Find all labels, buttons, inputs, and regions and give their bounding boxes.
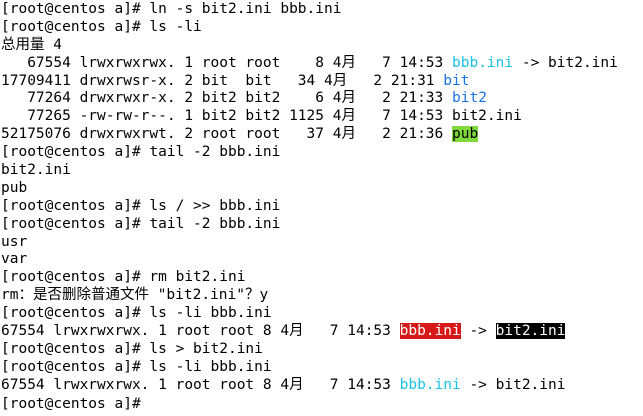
terminal-text: [root@centos a]# tail -2 bbb.ini (1, 144, 281, 161)
terminal-text: usr (1, 233, 28, 250)
terminal-line: 17709411 drwxrwsr-x. 2 bit bit 34 4月 2 2… (1, 73, 643, 91)
terminal-line: var (1, 251, 643, 269)
terminal-text: 77264 drwxrwxr-x. 2 bit2 bit2 6 4月 2 21:… (1, 90, 452, 107)
terminal-text: [root@centos a]# ls > bit2.ini (1, 340, 263, 357)
terminal-line: [root@centos a]# ln -s bit2.ini bbb.ini (1, 1, 643, 19)
terminal-line: 总用量 4 (1, 37, 643, 55)
terminal-text: 总用量 4 (1, 36, 62, 53)
terminal-window[interactable]: [root@centos a]# ln -s bit2.ini bbb.ini[… (0, 0, 643, 416)
cursor (149, 395, 157, 410)
terminal-text: rm：是否删除普通文件 "bit2.ini"？y (1, 287, 269, 304)
terminal-text: 52175076 drwxrwxrwt. 2 root root 37 4月 2… (1, 126, 452, 143)
terminal-text: 67554 lrwxrwxrwx. 1 root root 8 4月 7 14:… (1, 376, 400, 393)
terminal-text: var (1, 251, 28, 268)
terminal-text: -> bit2.ini (460, 376, 566, 393)
terminal-text: [root@centos a]# ls -li (1, 18, 202, 35)
terminal-line: [root@centos a]# tail -2 bbb.ini (1, 144, 643, 162)
terminal-text: -> (460, 323, 496, 340)
terminal-text: bbb.ini (399, 323, 461, 340)
terminal-line: 67554 lrwxrwxrwx. 1 root root 8 4月 7 14:… (1, 55, 643, 73)
terminal-line: 67554 lrwxrwxrwx. 1 root root 8 4月 7 14:… (1, 323, 643, 341)
terminal-line: 77264 drwxrwxr-x. 2 bit2 bit2 6 4月 2 21:… (1, 90, 643, 108)
terminal-line: [root@centos a]# tail -2 bbb.ini (1, 216, 643, 234)
terminal-line: [root@centos a]# ls -li (1, 19, 643, 37)
terminal-text: bbb.ini (399, 376, 461, 393)
terminal-text: [root@centos a]# rm bit2.ini (1, 269, 246, 286)
terminal-line: usr (1, 234, 643, 252)
terminal-line: [root@centos a]# ls > bit2.ini (1, 341, 643, 359)
terminal-line: [root@centos a]# ls / >> bbb.ini (1, 198, 643, 216)
terminal-line: [root@centos a]# ls -li bbb.ini (1, 359, 643, 377)
terminal-text: -> bit2.ini (513, 54, 618, 71)
terminal-text: bbb.ini (452, 54, 514, 71)
terminal-text: 17709411 drwxrwsr-x. 2 bit bit 34 4月 2 2… (1, 72, 444, 89)
terminal-line: [root@centos a]# rm bit2.ini (1, 269, 643, 287)
terminal-text: bit2.ini (1, 162, 71, 179)
terminal-line: bit2.ini (1, 162, 643, 180)
terminal-text: 67554 lrwxrwxrwx. 1 root root 8 4月 7 14:… (1, 323, 400, 340)
terminal-text: [root@centos a]# ls -li bbb.ini (1, 305, 272, 322)
terminal-line: 77265 -rw-rw-r--. 1 bit2 bit2 1125 4月 7 … (1, 108, 643, 126)
terminal-text: bit2.ini (495, 323, 566, 340)
terminal-line: [root@centos a]# (1, 395, 643, 413)
terminal-line: 52175076 drwxrwxrwt. 2 root root 37 4月 2… (1, 126, 643, 144)
terminal-line: rm：是否删除普通文件 "bit2.ini"？y (1, 287, 643, 305)
terminal-text: bit (443, 72, 470, 89)
terminal-text: bit2 (452, 90, 487, 107)
terminal-line: 67554 lrwxrwxrwx. 1 root root 8 4月 7 14:… (1, 377, 643, 395)
terminal-text: [root@centos a]# (1, 395, 150, 412)
terminal-text: 77265 -rw-rw-r--. 1 bit2 bit2 1125 4月 7 … (1, 108, 522, 125)
terminal-text: pub (1, 179, 28, 196)
terminal-text: [root@centos a]# ls / >> bbb.ini (1, 197, 281, 214)
terminal-text: 67554 lrwxrwxrwx. 1 root root 8 4月 7 14:… (1, 54, 452, 71)
terminal-text: [root@centos a]# ls -li bbb.ini (1, 358, 272, 375)
terminal-text: [root@centos a]# tail -2 bbb.ini (1, 215, 281, 232)
terminal-text: pub (452, 126, 479, 143)
terminal-text: [root@centos a]# ln -s bit2.ini bbb.ini (1, 1, 342, 17)
terminal-line: [root@centos a]# ls -li bbb.ini (1, 305, 643, 323)
terminal-line: pub (1, 180, 643, 198)
